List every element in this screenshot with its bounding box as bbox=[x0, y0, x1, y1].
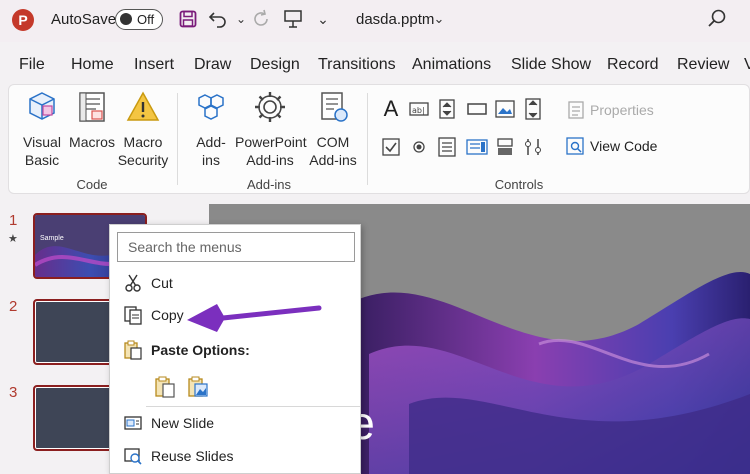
macros-button[interactable]: Macros bbox=[67, 89, 117, 177]
ribbon-panel: Visual Basic Macros Macro Security Code … bbox=[8, 84, 750, 194]
scissors-icon bbox=[125, 274, 141, 292]
tab-draw[interactable]: Draw bbox=[194, 56, 231, 74]
search-icon[interactable] bbox=[706, 8, 728, 30]
tab-design[interactable]: Design bbox=[250, 56, 300, 74]
checkbox-control-icon[interactable] bbox=[379, 135, 403, 159]
visual-basic-button[interactable]: Visual Basic bbox=[13, 89, 71, 177]
add-ins-group-label: Add-ins bbox=[246, 177, 292, 192]
annotation-arrow-icon bbox=[187, 304, 322, 332]
com-add-ins-icon bbox=[321, 92, 348, 122]
visual-basic-label: Visual Basic bbox=[23, 134, 61, 168]
ribbon-separator bbox=[177, 93, 178, 185]
com-add-ins-label: COM Add-ins bbox=[309, 134, 357, 168]
macros-label: Macros bbox=[69, 134, 115, 150]
tab-transitions[interactable]: Transitions bbox=[318, 56, 396, 74]
file-name[interactable]: dasda.pptm bbox=[356, 11, 434, 28]
autosave-label: AutoSave bbox=[51, 11, 117, 28]
copy-icon bbox=[124, 306, 142, 325]
title-bar: P AutoSave Off ⌄ ⌄ dasda.pptm ⌄ bbox=[0, 0, 750, 42]
textbox-control-icon[interactable]: ab| bbox=[407, 97, 431, 121]
more-controls-icon[interactable] bbox=[521, 135, 545, 159]
paste-use-destination-theme-icon[interactable] bbox=[153, 375, 177, 399]
slide-number-2: 2 bbox=[9, 298, 18, 315]
macros-icon bbox=[79, 92, 105, 122]
macro-security-label: Macro Security bbox=[117, 134, 169, 168]
redo-icon[interactable] bbox=[250, 8, 272, 30]
undo-dropdown-icon[interactable]: ⌄ bbox=[230, 8, 252, 30]
customize-icon[interactable]: ⌄ bbox=[312, 8, 334, 30]
toggle-button-control-icon[interactable] bbox=[493, 135, 517, 159]
menu-search-input[interactable]: Search the menus bbox=[117, 232, 355, 262]
autosave-state: Off bbox=[137, 12, 155, 27]
controls-group-label: Controls bbox=[494, 177, 544, 192]
properties-icon bbox=[568, 101, 584, 119]
present-icon[interactable] bbox=[282, 8, 304, 30]
tab-view[interactable]: V bbox=[744, 56, 750, 74]
paste-picture-icon[interactable] bbox=[186, 375, 210, 399]
powerpoint-add-ins-button[interactable]: PowerPoint Add-ins bbox=[235, 89, 307, 177]
option-button-control-icon[interactable] bbox=[407, 135, 431, 159]
listbox-control-icon[interactable] bbox=[435, 135, 459, 159]
gear-icon bbox=[255, 92, 285, 122]
com-add-ins-button[interactable]: COM Add-ins bbox=[307, 89, 359, 177]
thumbnail-title: Sample bbox=[40, 235, 64, 242]
view-code-icon bbox=[566, 137, 584, 155]
context-menu: Search the menus Cut Copy Paste Options: bbox=[109, 224, 361, 474]
toggle-knob bbox=[120, 13, 132, 25]
cut-label: Cut bbox=[151, 275, 173, 291]
new-slide-label: New Slide bbox=[151, 415, 215, 431]
reuse-slides-menu-item[interactable]: Reuse Slides bbox=[110, 441, 360, 471]
paste-options-label: Paste Options: bbox=[151, 342, 250, 358]
combobox-control-icon[interactable] bbox=[465, 135, 489, 159]
tab-slide-show[interactable]: Slide Show bbox=[511, 56, 591, 74]
scrollbar-control-icon[interactable] bbox=[521, 97, 545, 121]
tab-record[interactable]: Record bbox=[607, 56, 659, 74]
tab-file[interactable]: File bbox=[19, 56, 45, 74]
svg-text:ab|: ab| bbox=[412, 106, 425, 115]
powerpoint-add-ins-label: PowerPoint Add-ins bbox=[235, 134, 307, 168]
new-slide-menu-item[interactable]: New Slide bbox=[110, 408, 360, 438]
autosave-toggle[interactable]: Off bbox=[115, 9, 163, 30]
properties-label: Properties bbox=[590, 102, 654, 118]
tab-review[interactable]: Review bbox=[677, 56, 729, 74]
warning-icon bbox=[126, 91, 160, 121]
view-code-button[interactable]: View Code bbox=[566, 137, 657, 155]
new-slide-icon bbox=[124, 416, 142, 430]
properties-button[interactable]: Properties bbox=[568, 101, 654, 119]
tab-insert[interactable]: Insert bbox=[134, 56, 174, 74]
image-control-icon[interactable] bbox=[493, 97, 517, 121]
paste-icon bbox=[124, 340, 142, 360]
add-ins-label: Add- ins bbox=[196, 134, 226, 168]
cut-menu-item[interactable]: Cut bbox=[110, 268, 360, 298]
spin-control-icon[interactable] bbox=[435, 97, 459, 121]
ribbon-tabs: File Home Insert Draw Design Transitions… bbox=[0, 52, 750, 80]
powerpoint-logo-icon: P bbox=[12, 9, 34, 31]
animation-star-icon: ★ bbox=[8, 233, 18, 245]
reuse-slides-icon bbox=[124, 448, 142, 465]
copy-label: Copy bbox=[151, 307, 184, 323]
undo-icon[interactable] bbox=[207, 8, 229, 30]
visual-basic-icon bbox=[29, 92, 55, 120]
add-ins-icon bbox=[198, 94, 224, 120]
filename-chevron-icon[interactable]: ⌄ bbox=[428, 8, 450, 30]
button-control-icon[interactable] bbox=[465, 97, 489, 121]
view-code-label: View Code bbox=[590, 138, 658, 154]
tab-home[interactable]: Home bbox=[71, 56, 114, 74]
save-icon[interactable] bbox=[177, 8, 199, 30]
code-group-label: Code bbox=[76, 177, 108, 192]
tab-animations[interactable]: Animations bbox=[412, 56, 491, 74]
label-control-icon[interactable]: A bbox=[379, 96, 403, 121]
macro-security-button[interactable]: Macro Security bbox=[115, 89, 171, 177]
ribbon-separator bbox=[367, 93, 368, 185]
paste-options-header: Paste Options: bbox=[110, 335, 360, 365]
add-ins-button[interactable]: Add- ins bbox=[187, 89, 235, 177]
slide-number-1: 1 bbox=[9, 212, 18, 229]
reuse-slides-label: Reuse Slides bbox=[151, 448, 234, 464]
menu-divider bbox=[146, 406, 360, 407]
slide-number-3: 3 bbox=[9, 384, 18, 401]
